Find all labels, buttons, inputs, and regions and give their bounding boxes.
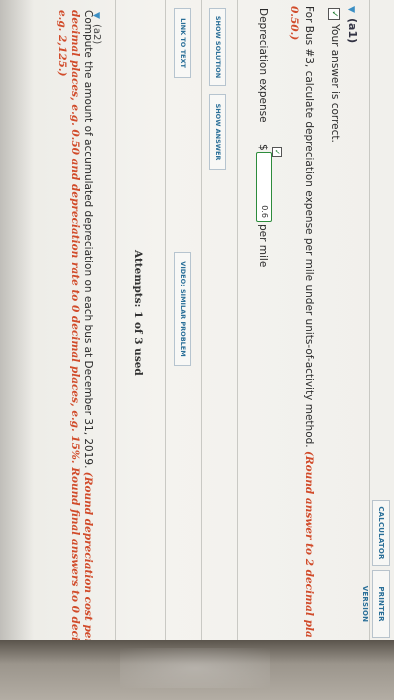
actions-divider-2 (201, 0, 202, 640)
bezel-glare (120, 648, 270, 688)
attempts-counter: Attempts: 1 of 3 used (132, 250, 144, 376)
depreciation-expense-label: Depreciation expense (257, 8, 269, 123)
attempts-divider (165, 0, 166, 640)
answer-check-icon: ✓ (272, 147, 282, 157)
monitor-screen: PRINTER VERSION CALCULATOR ▼ (a1) ✓ Your… (0, 0, 394, 640)
question-a1-text: For Bus #3, calculate depreciation expen… (303, 6, 315, 448)
question-a1-hint: (Round answer to 2 decimal pla (303, 450, 315, 638)
printer-version-button[interactable]: PRINTER VERSION (361, 570, 390, 638)
part-a1-heading: (a1) (346, 18, 359, 44)
question-page: PRINTER VERSION CALCULATOR ▼ (a1) ✓ Your… (0, 0, 394, 640)
a2-divider (115, 0, 116, 640)
monitor-bezel (0, 640, 394, 700)
toolbar-divider (369, 0, 370, 640)
video-similar-problem-button[interactable]: VIDEO: SIMILAR PROBLEM (174, 252, 191, 366)
question-a2-hint: (Round depreciation cost per un (82, 471, 94, 640)
currency-symbol: $ (257, 144, 269, 151)
question-a2-hint-line2: decimal places, e.g. 0.50 and depreciati… (69, 10, 81, 640)
question-a2-line1: Compute the amount of accumulated deprec… (82, 10, 94, 640)
depreciation-expense-input[interactable]: 0.6 (256, 152, 272, 222)
calculator-button[interactable]: CALCULATOR (372, 500, 390, 566)
question-a2-text: Compute the amount of accumulated deprec… (82, 10, 94, 469)
show-solution-button[interactable]: SHOW SOLUTION (209, 8, 226, 86)
correct-message: Your answer is correct. (329, 24, 341, 143)
screen-edge-shadow (0, 0, 34, 640)
show-answer-button[interactable]: SHOW ANSWER (209, 94, 226, 170)
question-a1-line1: For Bus #3, calculate depreciation expen… (303, 6, 315, 638)
link-to-text-button[interactable]: LINK TO TEXT (174, 8, 191, 78)
question-a2-hint-line3: e.g. 2,125.) (56, 10, 68, 77)
collapse-triangle-icon: ▼ (346, 6, 356, 13)
per-mile-unit: per mile (257, 224, 269, 268)
checkmark-icon: ✓ (328, 8, 340, 20)
actions-divider (237, 0, 238, 640)
question-a1-hint-cont: 0.50.) (288, 6, 300, 41)
part-a1-header[interactable]: ▼ (a1) (345, 6, 364, 43)
